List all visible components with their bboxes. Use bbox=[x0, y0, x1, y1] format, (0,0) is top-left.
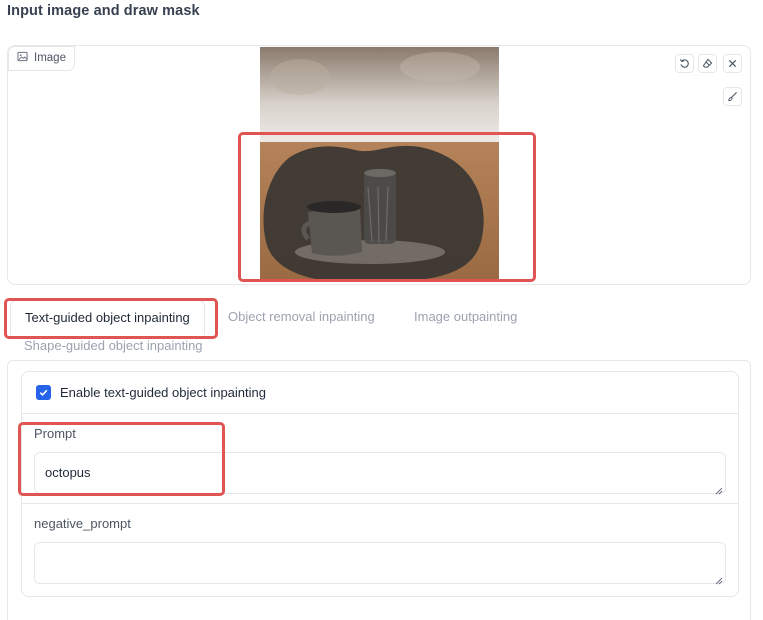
clear-button[interactable] bbox=[698, 54, 717, 73]
undo-icon bbox=[679, 58, 690, 69]
mask-highlight-box bbox=[238, 132, 536, 282]
checkmark-icon bbox=[38, 387, 49, 398]
eraser-icon bbox=[702, 58, 713, 69]
enable-text-guided-label: Enable text-guided object inpainting bbox=[60, 385, 266, 400]
negative-prompt-label: negative_prompt bbox=[34, 516, 131, 531]
tab-object-removal-inpainting[interactable]: Object removal inpainting bbox=[228, 309, 375, 324]
undo-button[interactable] bbox=[675, 54, 694, 73]
brush-button[interactable] bbox=[723, 87, 742, 106]
image-label: Image bbox=[8, 46, 75, 71]
section-title: Input image and draw mask bbox=[7, 3, 200, 19]
resize-handle-icon[interactable] bbox=[715, 483, 723, 495]
tab-image-outpainting[interactable]: Image outpainting bbox=[414, 309, 517, 324]
tab-shape-guided-inpainting[interactable]: Shape-guided object inpainting bbox=[24, 338, 203, 353]
field-divider bbox=[22, 503, 738, 504]
tab-highlight-box bbox=[4, 298, 218, 339]
image-label-text: Image bbox=[34, 52, 66, 64]
image-icon bbox=[17, 51, 28, 65]
enable-text-guided-checkbox[interactable] bbox=[36, 385, 51, 400]
negative-prompt-input[interactable] bbox=[34, 542, 726, 585]
prompt-highlight-box bbox=[18, 422, 225, 496]
close-icon bbox=[727, 58, 738, 69]
resize-handle-icon[interactable] bbox=[715, 573, 723, 585]
close-button[interactable] bbox=[723, 54, 742, 73]
enable-text-guided-row[interactable]: Enable text-guided object inpainting bbox=[22, 372, 738, 414]
brush-icon bbox=[727, 91, 738, 102]
